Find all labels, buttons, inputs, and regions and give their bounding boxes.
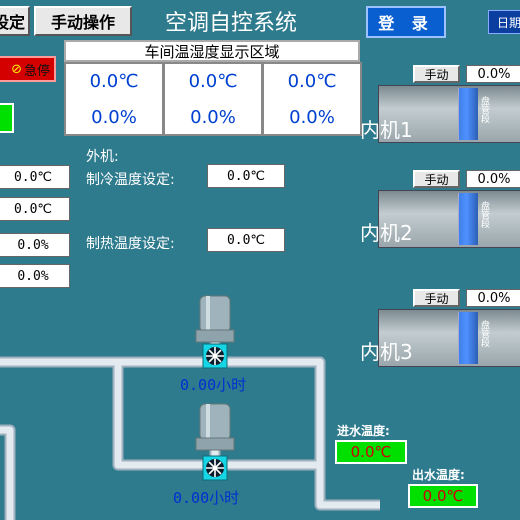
outlet-temp-label: 出水温度: [412,468,465,482]
inlet-temp-value: 0.0℃ [335,440,407,464]
outlet-temp-value: 0.0℃ [408,484,478,508]
pump1-runtime: 0.00小时 [180,376,247,394]
inlet-temp-label: 进水温度: [337,424,390,438]
piping-diagram [0,295,380,520]
pump2-runtime: 0.00小时 [173,489,240,507]
